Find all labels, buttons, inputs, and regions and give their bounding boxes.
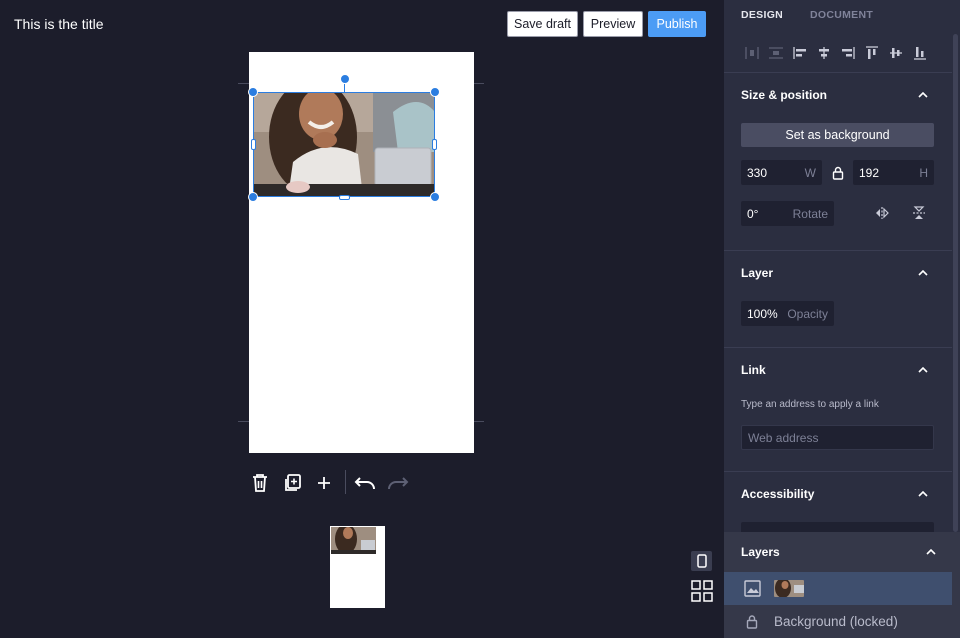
layer-background-label: Background (locked) xyxy=(774,614,898,629)
chevron-up-icon[interactable] xyxy=(916,363,930,377)
section-title-size-position: Size & position xyxy=(741,88,828,102)
align-top-icon[interactable] xyxy=(860,44,884,62)
undo-icon[interactable] xyxy=(354,472,376,494)
document-title[interactable]: This is the title xyxy=(14,16,103,32)
opacity-suffix: Opacity xyxy=(787,306,828,321)
align-left-icon[interactable] xyxy=(788,44,812,62)
publish-button[interactable]: Publish xyxy=(648,11,706,37)
resize-handle-bottom-left[interactable] xyxy=(248,192,258,202)
resize-handle-bottom[interactable] xyxy=(339,195,350,200)
web-address-input[interactable] xyxy=(741,425,934,450)
section-title-accessibility: Accessibility xyxy=(741,487,815,501)
grid-icon xyxy=(691,580,713,602)
section-title-layer: Layer xyxy=(741,266,774,280)
layers-title: Layers xyxy=(741,545,780,559)
divider xyxy=(724,72,952,73)
duplicate-icon[interactable] xyxy=(282,472,304,494)
divider xyxy=(724,471,952,472)
panel-scrollbar[interactable] xyxy=(953,34,958,532)
toolbar-divider xyxy=(345,470,346,494)
opacity-field[interactable]: 100% Opacity xyxy=(741,301,834,326)
trash-icon[interactable] xyxy=(249,472,271,494)
lock-icon xyxy=(746,614,758,634)
divider xyxy=(724,250,952,251)
page-thumbnail[interactable] xyxy=(330,526,385,608)
rotate-field[interactable]: 0° Rotate xyxy=(741,201,834,226)
layer-row-image[interactable] xyxy=(724,572,952,605)
mobile-view-button[interactable] xyxy=(691,551,712,571)
height-field[interactable]: 192 H xyxy=(853,160,934,185)
flip-vertical-icon[interactable] xyxy=(911,205,927,221)
flip-horizontal-icon[interactable] xyxy=(873,206,891,220)
resize-handle-left[interactable] xyxy=(251,139,256,150)
opacity-value: 100% xyxy=(747,306,778,321)
divider xyxy=(724,347,952,348)
phone-icon xyxy=(696,554,707,568)
accessibility-field-partial[interactable] xyxy=(741,522,934,532)
width-value: 330 xyxy=(747,165,768,180)
layer-row-background[interactable]: Background (locked) xyxy=(724,605,952,638)
alignment-toolbar xyxy=(740,44,932,62)
chevron-up-icon[interactable] xyxy=(924,545,938,559)
thumbnail-image xyxy=(331,527,376,554)
chevron-up-icon[interactable] xyxy=(916,266,930,280)
tab-document[interactable]: DOCUMENT xyxy=(810,9,873,21)
align-bottom-icon[interactable] xyxy=(908,44,932,62)
chevron-up-icon[interactable] xyxy=(916,88,930,102)
image-icon xyxy=(744,580,761,602)
layer-image-thumbnail xyxy=(774,580,804,597)
link-help-text: Type an address to apply a link xyxy=(741,399,879,410)
redo-icon[interactable] xyxy=(387,472,409,494)
tab-design[interactable]: DESIGN xyxy=(741,9,783,21)
resize-handle-right[interactable] xyxy=(432,139,437,150)
chevron-up-icon[interactable] xyxy=(916,487,930,501)
selected-image[interactable] xyxy=(253,92,435,197)
rotate-connector xyxy=(344,84,345,92)
width-field[interactable]: 330 W xyxy=(741,160,822,185)
section-title-link: Link xyxy=(741,363,766,377)
align-middle-icon[interactable] xyxy=(884,44,908,62)
distribute-vertical-icon[interactable] xyxy=(764,44,788,62)
align-center-icon[interactable] xyxy=(812,44,836,62)
lock-icon[interactable] xyxy=(831,166,845,180)
resize-handle-top-right[interactable] xyxy=(430,87,440,97)
height-value: 192 xyxy=(859,165,880,180)
width-suffix: W xyxy=(804,165,816,180)
resize-handle-top-left[interactable] xyxy=(248,87,258,97)
rotate-handle[interactable] xyxy=(340,74,350,84)
save-draft-button[interactable]: Save draft xyxy=(507,11,578,37)
resize-handle-bottom-right[interactable] xyxy=(430,192,440,202)
grid-view-button[interactable] xyxy=(691,580,713,602)
set-as-background-button[interactable]: Set as background xyxy=(741,123,934,147)
align-right-icon[interactable] xyxy=(836,44,860,62)
rotate-suffix: Rotate xyxy=(792,206,828,221)
plus-icon[interactable] xyxy=(313,472,335,494)
height-suffix: H xyxy=(919,165,928,180)
rotate-value: 0° xyxy=(747,206,759,221)
preview-button[interactable]: Preview xyxy=(583,11,643,37)
distribute-horizontal-icon[interactable] xyxy=(740,44,764,62)
